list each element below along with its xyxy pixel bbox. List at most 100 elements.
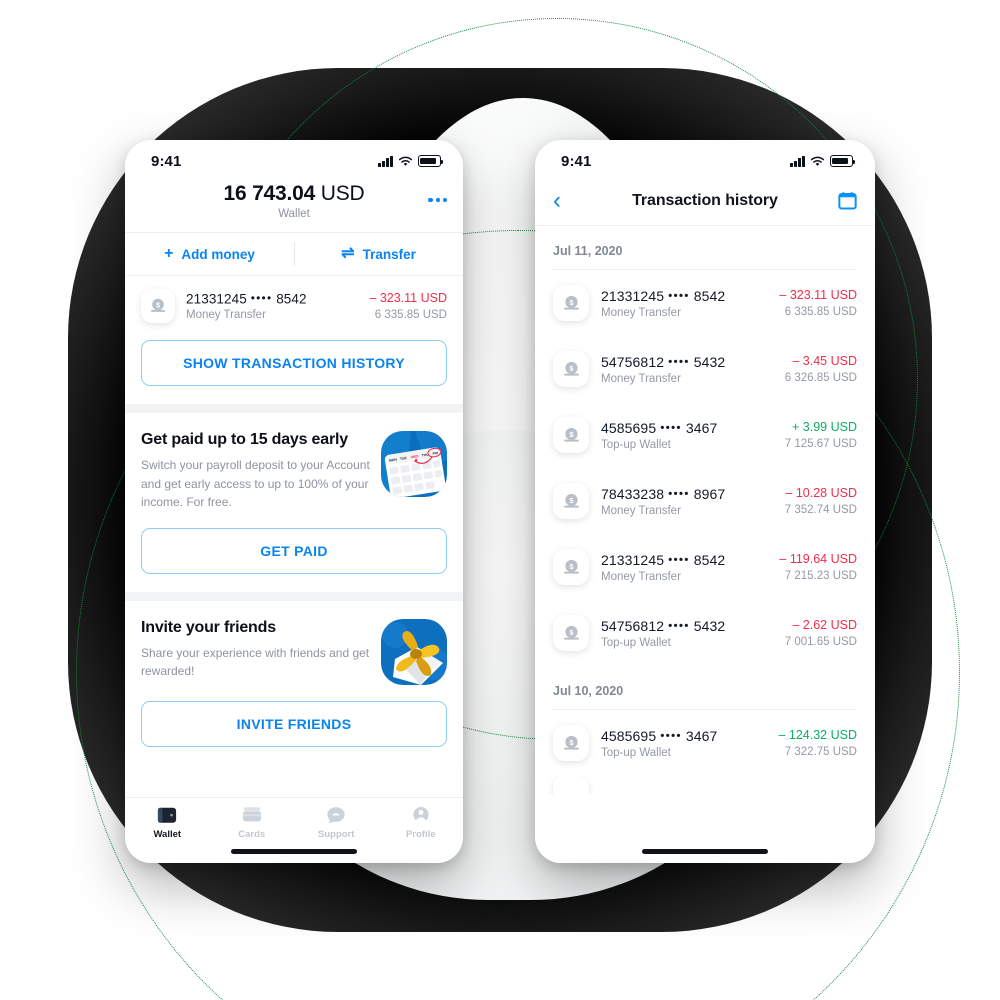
transaction-title-line: 4585695 •••• 3467 (601, 728, 766, 744)
table-row[interactable]: $ 4585695 •••• 3467 Top-up Wallet + 3.99… (535, 402, 875, 468)
tab-cards[interactable]: Cards (210, 805, 295, 840)
transaction-history-list[interactable]: Jul 11, 2020 $ 21331245 •••• 8542 Money … (535, 226, 875, 863)
transfer-button[interactable]: ⇌ Transfer (294, 233, 463, 275)
date-heading: Jul 10, 2020 (553, 684, 624, 698)
invite-friends-button[interactable]: INVITE FRIENDS (141, 700, 447, 747)
transaction-amounts: – 124.32 USD 7 322.75 USD (778, 728, 857, 758)
transaction-info: 4585695 •••• 3467 Top-up Wallet (601, 420, 773, 451)
quick-actions-row: + Add money ⇌ Transfer (125, 233, 463, 276)
page-title: Transaction history (632, 191, 778, 209)
coin-icon (553, 776, 589, 794)
account-number: 4585695 (601, 727, 657, 744)
battery-icon (830, 155, 855, 167)
transaction-amounts: – 10.28 USD 7 352.74 USD (785, 486, 857, 516)
transaction-info: 78433238 •••• 8967 Money Transfer (601, 486, 773, 517)
transaction-amount: – 3.45 USD (792, 354, 857, 368)
navigation-header: ‹ Transaction history (535, 176, 875, 226)
transaction-amounts: – 3.45 USD 6 326.85 USD (785, 354, 857, 384)
table-row[interactable]: $ 4585695 •••• 3467 Top-up Wallet – 124.… (535, 710, 875, 776)
get-paid-button[interactable]: GET PAID (141, 527, 447, 574)
home-indicator-right (642, 849, 768, 854)
transaction-amount: – 119.64 USD (779, 552, 857, 566)
transaction-group: Jul 11, 2020 $ 21331245 •••• 8542 Money … (535, 226, 875, 666)
status-time: 9:41 (151, 152, 182, 170)
tab-support[interactable]: Support (294, 805, 379, 840)
table-row[interactable]: $ 54756812 •••• 5432 Money Transfer – 3.… (535, 336, 875, 402)
transfer-label: Transfer (362, 246, 416, 262)
coin-icon: $ (553, 615, 589, 651)
transaction-balance: 6 335.85 USD (374, 309, 447, 321)
wallet-icon (158, 807, 177, 823)
masked-dots: •••• (660, 728, 682, 742)
status-bar-right: 9:41 (535, 140, 875, 176)
transaction-balance: 6 326.85 USD (784, 372, 857, 384)
invite-promo-title: Invite your friends (141, 618, 276, 636)
cards-icon (242, 807, 261, 822)
coin-icon: $ (553, 285, 589, 321)
transaction-title-line: 21331245 •••• 8542 (186, 291, 358, 307)
account-last4: 5432 (693, 353, 726, 370)
svg-text:FRI: FRI (432, 451, 438, 456)
account-last4: 3467 (685, 727, 718, 744)
table-row[interactable]: $ 21331245 •••• 8542 Money Transfer – 11… (535, 534, 875, 600)
show-transaction-history-button[interactable]: SHOW TRANSACTION HISTORY (141, 340, 447, 386)
invite-promo-body: Invite your friends Share your experienc… (125, 601, 463, 685)
masked-dots: •••• (660, 420, 682, 434)
tab-wallet[interactable]: Wallet (125, 805, 210, 840)
transfer-arrows-icon: ⇌ (341, 245, 355, 262)
transaction-amount: – 10.28 USD (785, 486, 857, 500)
partially-visible-row (535, 776, 875, 794)
transaction-subtitle: Money Transfer (186, 309, 266, 322)
payroll-promo-text: Get paid up to 15 days early Switch your… (141, 431, 371, 512)
transaction-amount: – 323.11 USD (779, 288, 857, 302)
transaction-amount: – 323.11 USD (369, 291, 447, 305)
transaction-title-line: 21331245 •••• 8542 (601, 288, 767, 304)
account-number: 54756812 (601, 617, 665, 634)
transaction-row[interactable]: $ 21331245 •••• 8542 Money Transfer – 32… (125, 276, 463, 336)
add-money-button[interactable]: + Add money (125, 233, 294, 275)
invite-promo-card: Invite your friends Share your experienc… (125, 600, 463, 747)
battery-icon (418, 155, 443, 167)
payroll-promo-title: Get paid up to 15 days early (141, 431, 348, 448)
transaction-amounts: – 119.64 USD 7 215.23 USD (779, 552, 857, 582)
masked-dots: •••• (668, 618, 690, 632)
transaction-history-phone-screen: 9:41 ‹ Transaction history Jul 11, 2020 … (535, 140, 875, 863)
transaction-info: 54756812 •••• 5432 Top-up Wallet (601, 618, 773, 649)
account-number: 21331245 (601, 287, 665, 304)
tab-support-label: Support (318, 829, 355, 840)
table-row[interactable]: $ 54756812 •••• 5432 Top-up Wallet – 2.6… (535, 600, 875, 666)
wifi-icon (810, 156, 825, 166)
balance-currency: USD (320, 182, 365, 205)
illustration-canvas: 9:41 16 743.04 USD Wallet + Add money ⇌ … (0, 0, 1000, 1000)
chevron-left-icon[interactable]: ‹ (553, 188, 575, 213)
tab-profile-label: Profile (405, 829, 436, 840)
wifi-icon (398, 156, 413, 166)
bottom-tab-bar: Wallet Cards Support Profile (125, 797, 463, 863)
status-bar-left: 9:41 (125, 140, 463, 176)
transaction-subtitle: Money Transfer (601, 504, 681, 517)
table-row[interactable]: $ 78433238 •••• 8967 Money Transfer – 10… (535, 468, 875, 534)
wallet-phone-screen: 9:41 16 743.04 USD Wallet + Add money ⇌ … (125, 140, 463, 863)
gift-illustration (381, 618, 447, 685)
status-icons (378, 155, 443, 167)
calendar-icon[interactable] (835, 191, 857, 210)
account-last4: 5432 (693, 617, 726, 634)
cellular-bars-icon (378, 155, 393, 167)
transaction-amount: – 2.62 USD (792, 618, 857, 632)
transaction-amount: + 3.99 USD (792, 420, 857, 434)
tab-profile[interactable]: Profile (379, 805, 464, 840)
transaction-balance: 7 322.75 USD (784, 746, 857, 758)
svg-text:$: $ (569, 430, 574, 439)
account-number: 4585695 (601, 419, 657, 436)
balance-amount-row: 16 743.04 USD (143, 182, 445, 206)
masked-dots: •••• (668, 486, 690, 500)
transaction-balance: 7 352.74 USD (784, 504, 857, 516)
table-row[interactable]: $ 21331245 •••• 8542 Money Transfer – 32… (535, 270, 875, 336)
plus-icon: + (164, 245, 174, 262)
transaction-balance: 7 001.65 USD (784, 636, 857, 648)
transaction-subtitle: Top-up Wallet (601, 746, 671, 759)
transaction-balance: 7 125.67 USD (784, 438, 857, 450)
transaction-info: 54756812 •••• 5432 Money Transfer (601, 354, 773, 385)
more-horizontal-icon[interactable] (428, 198, 447, 203)
cellular-bars-icon (790, 155, 805, 167)
